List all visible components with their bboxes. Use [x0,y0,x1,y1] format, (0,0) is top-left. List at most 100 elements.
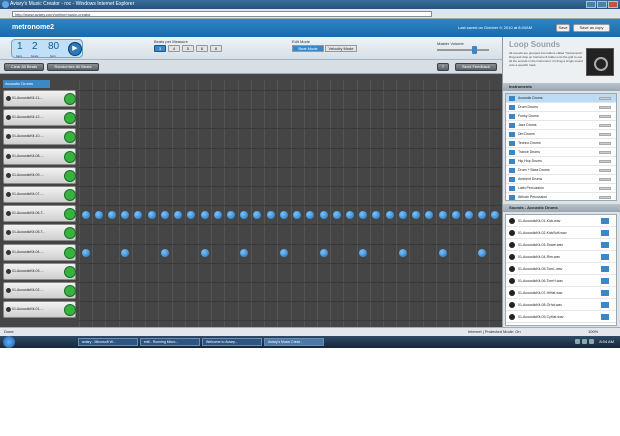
track-volume-knob[interactable] [64,265,76,278]
beat-dot[interactable] [200,210,209,219]
track-play-icon[interactable] [6,249,11,255]
taskbar-item[interactable]: aviary - Microsoft W... [78,338,138,346]
preview-bar[interactable] [599,178,611,181]
beat-dot[interactable] [319,210,328,219]
start-button[interactable] [3,336,15,348]
beat-dot[interactable] [227,210,236,219]
beat-dot[interactable] [213,210,222,219]
beat-dot[interactable] [412,210,421,219]
close-button[interactable] [608,1,618,8]
preview-bar[interactable] [599,115,611,118]
tempo-value[interactable]: 80 [48,41,59,52]
clear-all-beats-button[interactable]: Clear All Beats [4,63,44,71]
network-icon[interactable] [575,339,580,344]
track-play-icon[interactable] [6,134,11,140]
beats-option[interactable]: 6 [196,45,208,52]
beat-dot[interactable] [464,210,473,219]
beat-dot[interactable] [108,210,117,219]
track-play-icon[interactable] [6,307,11,313]
beat-dot[interactable] [398,210,407,219]
beat-dot[interactable] [81,249,90,258]
beat-dot[interactable] [438,249,447,258]
sound-item[interactable]: 01-AcousticKit-02-KickSoft.wav [506,227,616,239]
sound-play-icon[interactable] [509,314,515,320]
beat-dot[interactable] [200,249,209,258]
track-volume-knob[interactable] [64,285,76,297]
instrument-item[interactable]: Trance Drums [506,148,616,157]
beat-dot[interactable] [94,210,103,219]
sound-play-icon[interactable] [509,278,515,284]
track-row[interactable]: 01-AcousticKit-06-T... [3,205,76,223]
beat-dot[interactable] [451,210,460,219]
preview-bar[interactable] [599,124,611,127]
instrument-item[interactable]: Acoustic Drums [506,94,616,103]
help-button[interactable]: ? [437,63,449,71]
beat-dot[interactable] [306,210,315,219]
instrument-item[interactable]: Drum Drums [506,103,616,112]
master-volume-slider[interactable] [437,46,489,54]
beat-dot[interactable] [266,210,275,219]
sound-item[interactable]: 01-AcousticKit-04-Rim.wav [506,251,616,263]
track-volume-knob[interactable] [64,246,76,259]
sound-play-icon[interactable] [509,266,515,272]
sound-play-icon[interactable] [509,290,515,296]
beat-dot[interactable] [385,210,394,219]
instrument-item[interactable]: Drum + Bass Drums [506,166,616,175]
instrument-item[interactable]: Latin Percussion [506,184,616,193]
track-row[interactable]: 01-AcousticKit-04-... [3,243,76,261]
beats-option[interactable]: 4 [168,45,180,52]
track-row[interactable]: 01-AcousticKit-07-... [3,186,76,203]
preview-bar[interactable] [599,160,611,163]
track-row[interactable]: 01-AcousticKit-09-... [3,166,76,184]
sound-item[interactable]: 01-AcousticKit-09-CyHat.wav [506,311,616,323]
instrument-item[interactable]: Jazz Drums [506,121,616,130]
beats-option[interactable]: 8 [210,45,222,52]
preview-bar[interactable] [599,106,611,109]
instrument-item[interactable]: Techno Drums [506,139,616,148]
beat-dot[interactable] [187,210,196,219]
sound-play-icon[interactable] [509,302,515,308]
battery-icon[interactable] [589,339,594,344]
preview-bar[interactable] [599,151,611,154]
instrument-item[interactable]: Hip Hop Drums [506,157,616,166]
track-play-icon[interactable] [6,153,11,159]
track-volume-knob[interactable] [64,131,76,144]
beat-dot[interactable] [345,210,354,219]
track-row[interactable]: 01-AcousticKit-01-... [3,301,76,319]
track-play-icon[interactable] [6,115,11,121]
beat-dot[interactable] [478,210,487,219]
track-volume-knob[interactable] [64,150,76,163]
sound-item[interactable]: 01-AcousticKit-06-TomH.wav [506,275,616,287]
sound-item[interactable]: 01-AcousticKit-05-TomL.wav [506,263,616,275]
sound-play-icon[interactable] [509,254,515,260]
zoom-level[interactable]: 100% [588,328,598,336]
track-play-icon[interactable] [6,172,11,178]
taskbar-item[interactable]: edit - Running Micro... [140,338,200,346]
beat-dot[interactable] [279,210,288,219]
taskbar-item[interactable]: Aviary's Music Creat... [264,338,324,346]
url-field[interactable]: http://www.aviary.com/online/music-creat… [12,11,432,17]
save-button[interactable]: Save [556,24,570,32]
beat-dot[interactable] [253,210,262,219]
sound-item[interactable]: 01-AcousticKit-03-Snare.wav [506,239,616,251]
sound-item[interactable]: 01-AcousticKit-08-OHat.wav [506,299,616,311]
beat-dot[interactable] [147,210,156,219]
edit-mode-option[interactable]: Beat Mode [292,45,324,52]
beat-dot[interactable] [121,210,130,219]
volume-icon[interactable] [582,339,587,344]
taskbar-item[interactable]: Welcome to Aviary... [202,338,262,346]
track-volume-knob[interactable] [64,93,76,105]
beat-dot[interactable] [359,249,368,258]
beat-dot[interactable] [160,210,169,219]
beat-dot[interactable] [240,249,249,258]
preview-bar[interactable] [599,97,611,100]
track-row[interactable]: 01-AcousticKit-03-... [3,262,76,280]
preview-bar[interactable] [599,169,611,172]
beat-dot[interactable] [160,249,169,258]
send-feedback-button[interactable]: Send Feedback [455,63,497,71]
track-play-icon[interactable] [6,96,11,101]
play-button[interactable]: ▶ [68,42,82,56]
randomize-beats-button[interactable]: Randomize All Beats [47,63,99,71]
sound-item[interactable]: 01-AcousticKit-01-Kick.wav [506,215,616,227]
beats-option[interactable]: 3 [154,45,166,52]
